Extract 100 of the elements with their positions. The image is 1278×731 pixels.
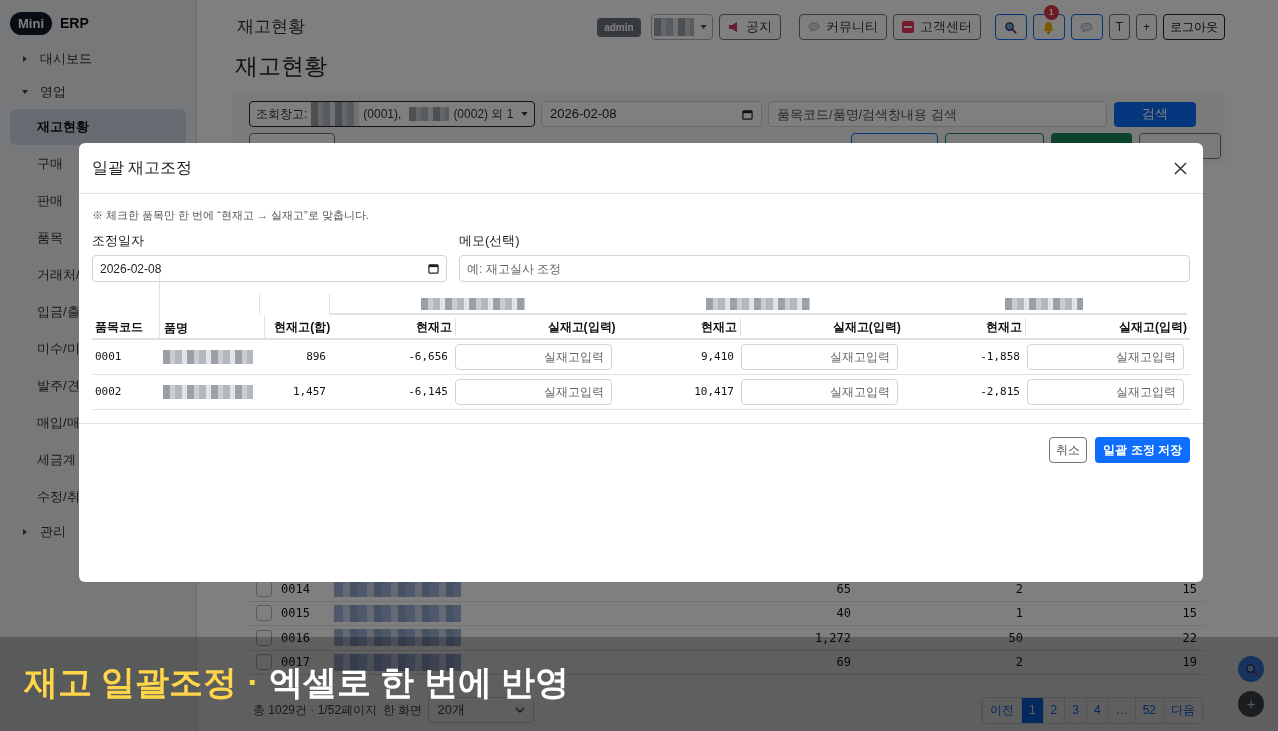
page-button[interactable]: 1 xyxy=(1020,697,1043,723)
checkbox[interactable] xyxy=(256,605,272,622)
notification-badge: 1 xyxy=(1043,5,1059,20)
text-button[interactable]: T xyxy=(1108,14,1130,40)
stock-input[interactable]: 실재고입력 xyxy=(741,379,898,405)
bell-icon xyxy=(1042,20,1056,34)
cancel-button[interactable]: 취소 xyxy=(1049,437,1088,463)
stock-input[interactable]: 실재고입력 xyxy=(741,344,898,370)
text-button[interactable]: + xyxy=(1136,14,1157,40)
community-button[interactable]: 커뮤니티 xyxy=(798,14,887,40)
table-cell-text: 69 xyxy=(835,654,851,672)
table-cell-text: 1,272 xyxy=(813,629,851,647)
caret-icon xyxy=(521,112,528,116)
page-button[interactable]: 다음 xyxy=(1163,697,1202,723)
megaphone-icon xyxy=(727,21,740,33)
table-cell-text: 15 xyxy=(1181,605,1197,623)
table-cell-text: 0015 xyxy=(281,605,311,623)
table-cell-text: -6,145 xyxy=(407,383,449,400)
caption-separator: · xyxy=(247,661,259,703)
table-cell-text: 19 xyxy=(1181,654,1197,672)
page-title: 재고현황 xyxy=(234,52,328,81)
table-cell-text: 0001 xyxy=(94,348,123,365)
table-cell-text: 9,410 xyxy=(699,348,735,365)
logout-button[interactable]: 로그아웃 xyxy=(1163,14,1225,40)
warehouse-code: (0002) 외 1 xyxy=(453,106,514,123)
role-badge: admin xyxy=(597,17,641,37)
stock-input[interactable]: 실재고입력 xyxy=(1027,379,1184,405)
caret-icon xyxy=(699,25,707,29)
search-field[interactable]: 품목코드/품명/검색창내용 검색 xyxy=(768,101,1107,127)
search-icon xyxy=(1244,662,1258,676)
blurred-text xyxy=(653,18,694,36)
sidebar-group[interactable]: 대시보드 xyxy=(0,42,196,75)
table-cell-text: -2,815 xyxy=(979,383,1021,400)
field-label: 메모(선택) xyxy=(459,232,521,250)
stock-input[interactable]: 실재고입력 xyxy=(455,379,612,405)
warehouse-code: (0001), xyxy=(363,106,402,123)
table-cell-text: 2 xyxy=(1014,654,1023,672)
table-cell-text: 896 xyxy=(305,348,327,365)
add-button[interactable]: + xyxy=(1238,691,1264,717)
date-field[interactable]: 2026-02-08 xyxy=(541,101,762,127)
chevron-down-icon xyxy=(515,707,526,713)
breadcrumb: 재고현황 xyxy=(236,16,305,39)
sidebar-group[interactable]: 관리 xyxy=(0,515,196,548)
select-label: 조회창고: xyxy=(256,106,308,123)
close-icon[interactable] xyxy=(1174,161,1187,175)
table-cell-text: 22 xyxy=(1181,629,1197,647)
notice-button[interactable]: 공지 xyxy=(718,14,781,40)
blurred-text xyxy=(311,102,360,126)
search-button[interactable] xyxy=(1238,656,1264,682)
save-button[interactable]: 일괄 조정 저장 xyxy=(1095,437,1190,463)
table-cell-text: 0016 xyxy=(281,629,311,647)
table-cell-text: 10,417 xyxy=(693,383,735,400)
user-dropdown[interactable] xyxy=(650,14,713,40)
speech-bubble-icon xyxy=(1080,20,1094,34)
sidebar-group[interactable]: 영업 xyxy=(0,75,196,108)
table-cell-text: 2 xyxy=(1014,580,1023,598)
column-header: 현재고 xyxy=(700,318,739,336)
logo-text: ERP xyxy=(60,14,89,33)
table-cell-text: 50 xyxy=(1007,629,1023,647)
table-cell-text: 0002 xyxy=(94,383,123,400)
logo-badge: Mini xyxy=(10,11,52,36)
stock-input[interactable]: 실재고입력 xyxy=(455,344,612,370)
sidebar-item[interactable]: 재고현황 xyxy=(10,109,186,145)
caption-highlight: 재고 일괄조정 xyxy=(24,661,238,703)
column-header: 품목코드 xyxy=(94,318,144,336)
column-header: 현재고(합) xyxy=(263,315,334,338)
calendar-icon xyxy=(742,108,753,120)
column-header: 실재고(입력) xyxy=(1025,317,1190,336)
column-header: 품명 xyxy=(158,273,264,340)
blurred-text xyxy=(409,107,450,121)
warehouse-select[interactable]: 조회창고: (0001), (0002) 외 1 xyxy=(249,101,535,127)
search-button[interactable] xyxy=(994,14,1027,40)
table-cell-text: 15 xyxy=(1181,580,1197,598)
stock-input[interactable]: 실재고입력 xyxy=(1027,344,1184,370)
support-button[interactable]: 고객센터 xyxy=(892,14,981,40)
search-icon xyxy=(1004,20,1018,34)
column-header: 실재고(입력) xyxy=(740,317,904,336)
field-label: 조정일자 xyxy=(92,232,145,250)
search-button[interactable]: 검색 xyxy=(1114,101,1196,127)
column-header: 실재고(입력) xyxy=(455,317,619,336)
table-cell-text: 1,457 xyxy=(291,383,327,400)
column-header: 현재고 xyxy=(985,318,1024,336)
record-summary: 총 1029건 · 1/52페이지 xyxy=(253,702,378,719)
memo-field[interactable]: 예: 재고실사 조정 xyxy=(459,255,1190,282)
table-cell-text: 65 xyxy=(835,580,851,598)
table-cell-text: -1,858 xyxy=(979,348,1021,365)
date-field[interactable]: 2026-02-08 xyxy=(92,255,447,282)
per-page-label: 한 화면 xyxy=(383,702,423,719)
caption-text: 엑셀로 한 번에 반영 xyxy=(268,665,570,699)
table-cell-text: 0014 xyxy=(281,580,311,598)
table-cell-text: 40 xyxy=(835,605,851,623)
instruction-text: ※ 체크한 품목만 한 번에 “현재고 → 실재고”로 맞춥니다. xyxy=(92,208,370,223)
modal-title: 일괄 재고조정 xyxy=(92,158,193,178)
checkbox[interactable] xyxy=(256,654,272,671)
calendar-icon xyxy=(428,263,439,274)
column-header: 현재고 xyxy=(415,318,453,336)
chat-button[interactable] xyxy=(1070,14,1103,40)
checkbox[interactable] xyxy=(256,629,272,646)
speech-bubble-icon xyxy=(807,21,820,33)
table-cell-text: 1 xyxy=(1014,605,1023,623)
